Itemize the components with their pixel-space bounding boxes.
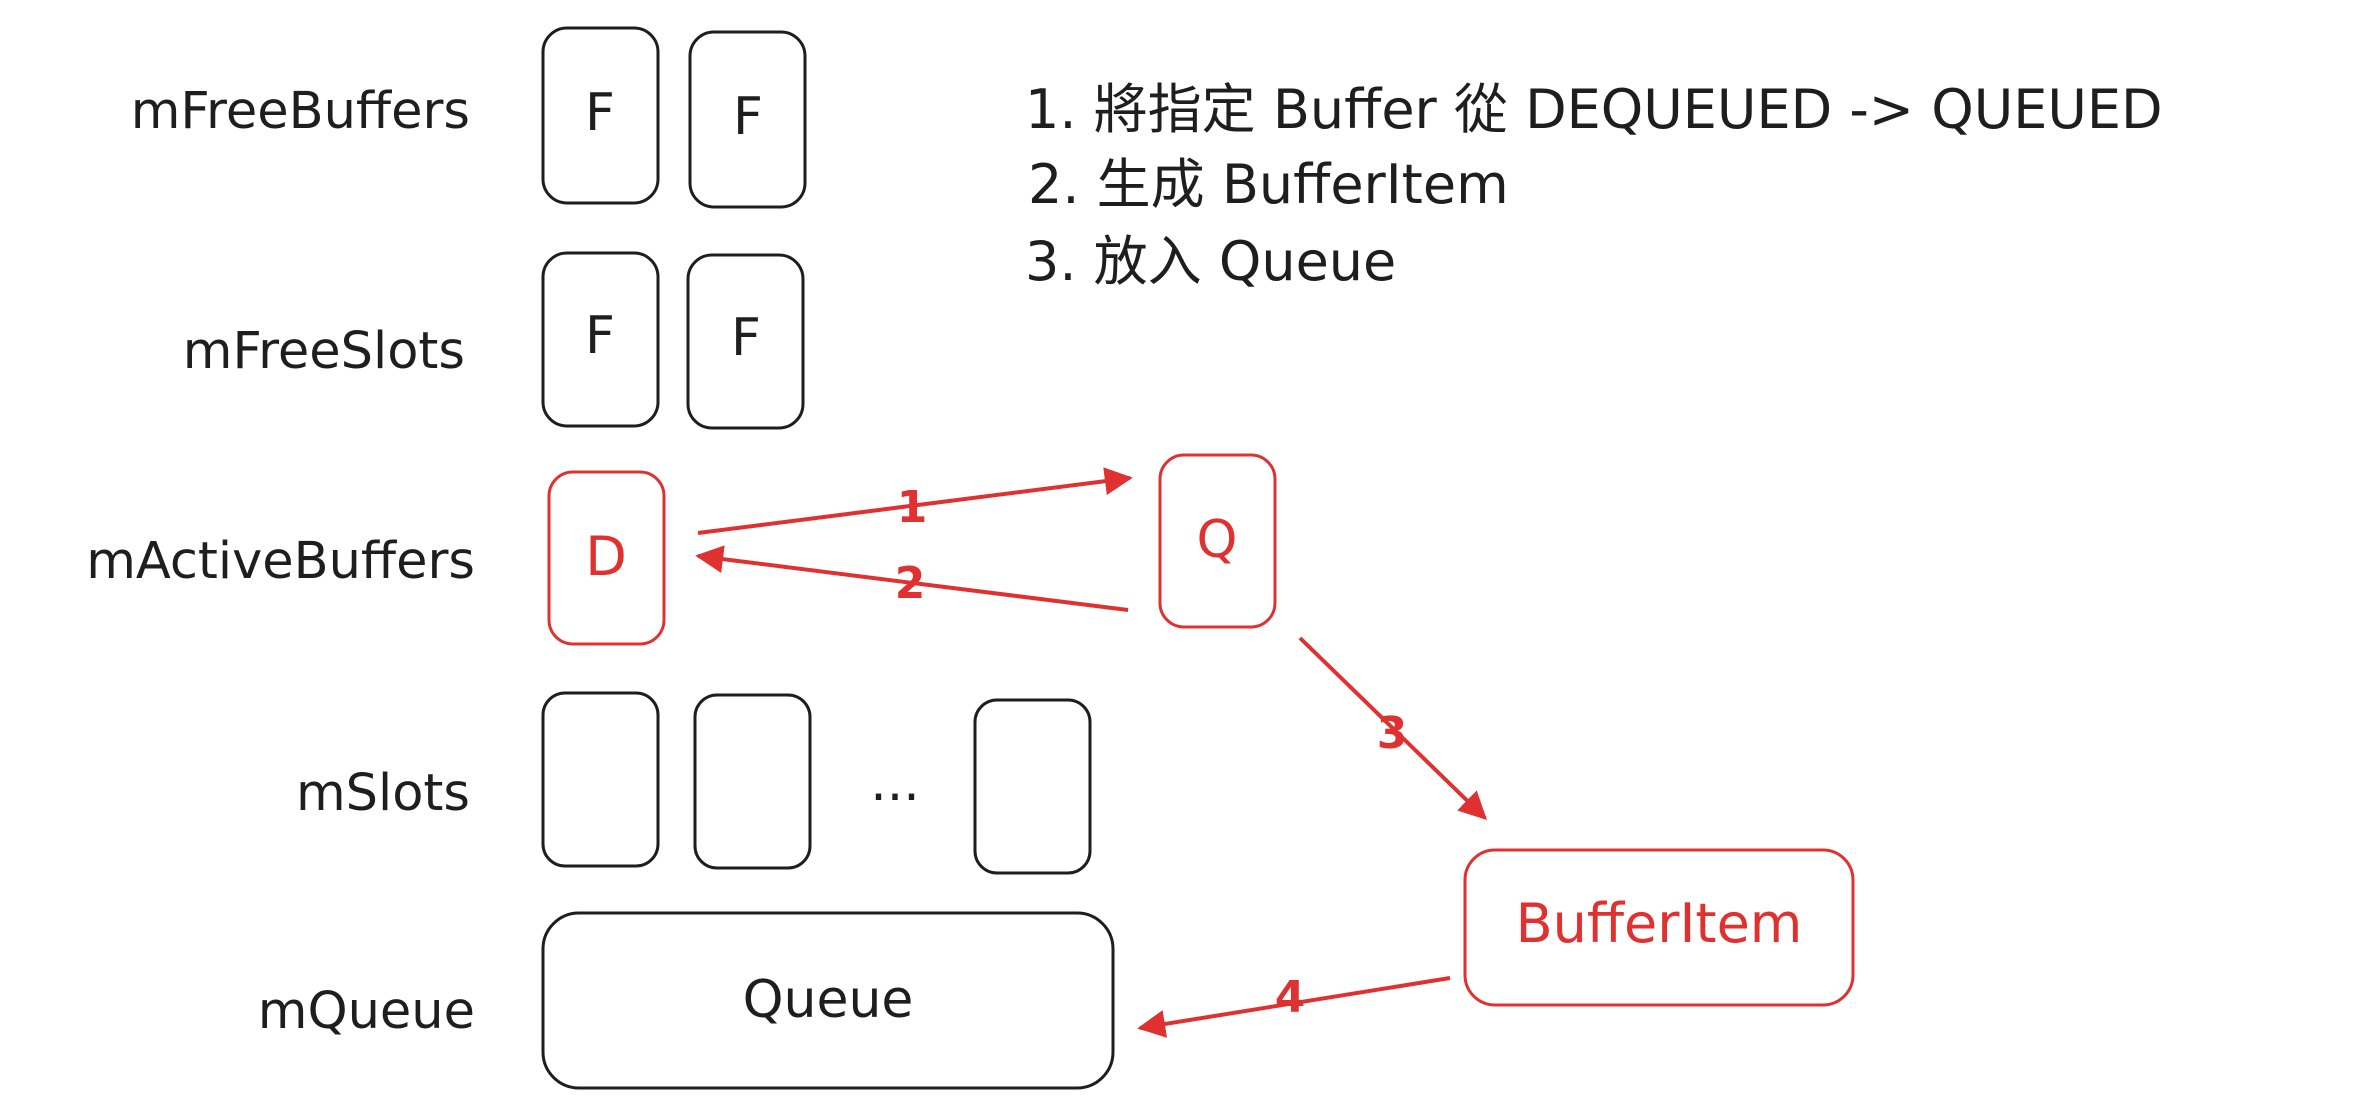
queue-box: Queue (541, 911, 1115, 1090)
label-free-buffers: mFreeBuffers (131, 82, 470, 141)
arrow-4-label: 4 (1275, 972, 1306, 1023)
arrow-1-label: 1 (897, 482, 928, 533)
free-slot-1-text: F (585, 306, 615, 366)
queued-buffer-text: Q (1197, 510, 1238, 570)
slot-box-last (973, 698, 1092, 875)
queued-buffer-box: Q (1158, 453, 1277, 629)
free-buffer-1-text: F (585, 83, 615, 143)
buffer-item-box: BufferItem (1463, 848, 1855, 1007)
arrow-2-label: 2 (895, 558, 926, 609)
step-3-text: 3. 放入 Queue (1025, 230, 1396, 293)
slots-ellipsis: ... (870, 753, 920, 813)
free-buffer-box-2: F (688, 30, 807, 209)
label-active-buffers: mActiveBuffers (86, 532, 475, 591)
free-slot-box-2: F (686, 253, 805, 430)
free-slot-box-1: F (541, 251, 660, 428)
free-slot-2-text: F (731, 308, 761, 368)
active-buffer-box: D (547, 470, 666, 646)
free-buffer-box-1: F (541, 26, 660, 205)
step-2-text: 2. 生成 BufferItem (1028, 153, 1509, 216)
label-free-slots: mFreeSlots (183, 322, 465, 381)
buffer-queue-diagram: mFreeBuffers mFreeSlots mActiveBuffers m… (86, 26, 2163, 1090)
slot-box-2 (693, 693, 812, 870)
label-slots: mSlots (296, 764, 470, 823)
arrow-3-label: 3 (1377, 708, 1408, 759)
step-1-text: 1. 將指定 Buffer 從 DEQUEUED -> QUEUED (1025, 78, 2163, 141)
label-queue: mQueue (258, 982, 475, 1041)
slot-box-1 (541, 691, 660, 868)
queue-box-text: Queue (743, 970, 914, 1030)
active-buffer-text: D (585, 525, 627, 588)
free-buffer-2-text: F (733, 87, 763, 147)
buffer-item-text: BufferItem (1516, 892, 1803, 955)
